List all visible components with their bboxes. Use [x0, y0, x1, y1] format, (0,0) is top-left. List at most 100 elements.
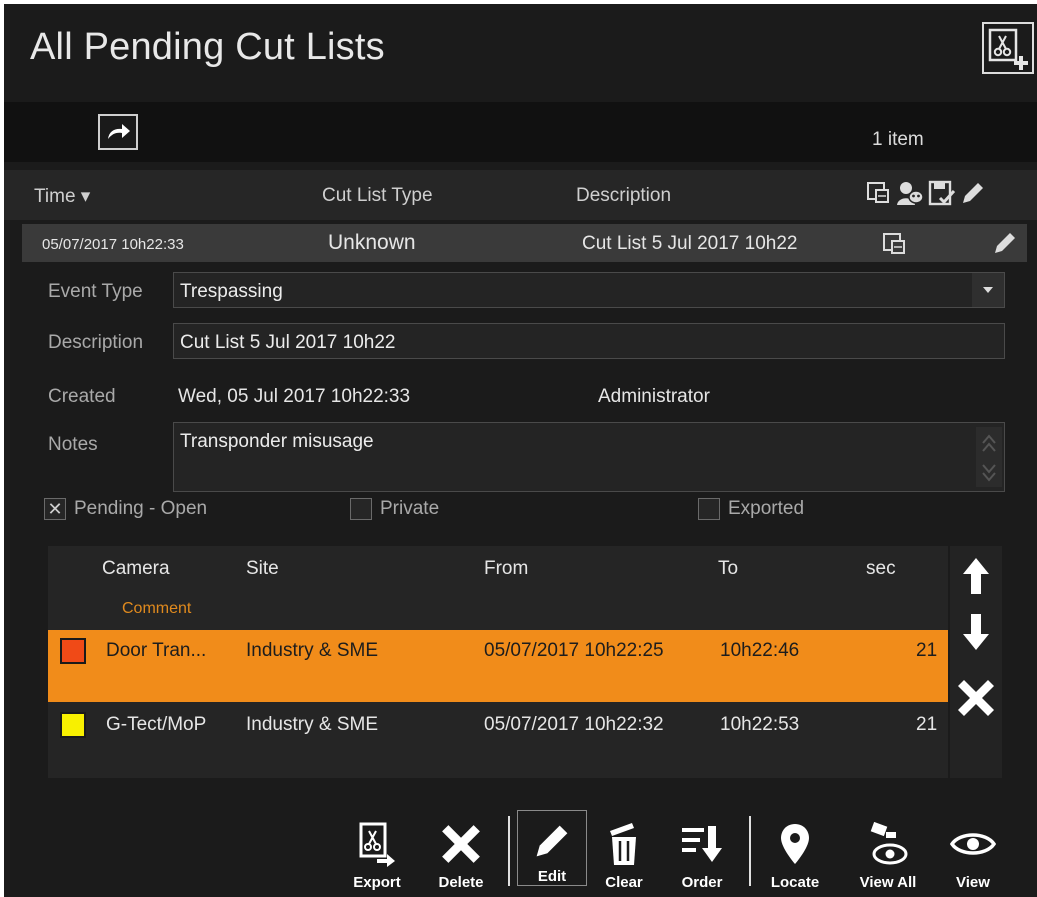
event-type-value: Trespassing: [180, 281, 283, 302]
pending-open-checkbox[interactable]: ✕ Pending - Open: [44, 498, 207, 520]
chevron-down-icon[interactable]: [972, 273, 1004, 307]
row-type: Unknown: [328, 231, 416, 254]
sort-down-icon: [682, 826, 722, 862]
export-icon: [359, 822, 395, 867]
private-checkbox[interactable]: Private: [350, 498, 439, 520]
page-title: All Pending Cut Lists: [30, 26, 385, 68]
column-to[interactable]: To: [718, 558, 738, 580]
locate-button[interactable]: Locate: [760, 818, 830, 891]
camera-color-swatch: [60, 712, 86, 738]
column-comment: Comment: [122, 600, 192, 617]
exported-label: Exported: [728, 498, 805, 519]
notes-label: Notes: [48, 434, 98, 455]
event-type-label: Event Type: [48, 281, 143, 302]
saved-check-icon[interactable]: [928, 180, 956, 206]
map-pin-icon: [781, 824, 809, 864]
camera-sec: 21: [916, 640, 938, 661]
delete-label: Delete: [438, 874, 484, 891]
action-bar: Export Delete Edit Clear Order Locate Vi…: [4, 804, 1037, 897]
event-type-select[interactable]: Trespassing: [173, 272, 1005, 308]
column-description[interactable]: Description: [576, 185, 671, 207]
pencil-icon[interactable]: [960, 180, 986, 206]
copy-window-icon[interactable]: [882, 231, 908, 257]
pending-open-label: Pending - Open: [74, 498, 208, 519]
checkbox-box: [698, 498, 720, 520]
column-time[interactable]: Time ▾: [34, 185, 90, 208]
pencil-icon: [536, 825, 568, 856]
description-input[interactable]: Cut List 5 Jul 2017 10h22: [173, 323, 1005, 359]
camera-table: Camera Site From To sec Comment Door Tra…: [48, 546, 948, 778]
camera-to: 10h22:53: [720, 714, 800, 735]
export-button[interactable]: Export: [342, 818, 412, 891]
row-description: Cut List 5 Jul 2017 10h22: [582, 233, 798, 254]
toolbar: 1 item: [4, 102, 1037, 162]
clear-label: Clear: [605, 874, 643, 891]
divider: [749, 816, 751, 886]
created-value: Wed, 05 Jul 2017 10h22:33: [178, 386, 411, 407]
clear-button[interactable]: Clear: [589, 818, 659, 891]
redo-button[interactable]: [98, 114, 138, 150]
edit-label: Edit: [537, 868, 567, 885]
notes-scrollbar[interactable]: [976, 427, 1002, 487]
column-icons: [866, 180, 986, 206]
redo-icon: [108, 124, 130, 139]
arrow-down-icon: [963, 614, 989, 650]
camera-site: Industry & SME: [246, 714, 378, 735]
description-value: Cut List 5 Jul 2017 10h22: [180, 332, 396, 353]
view-button[interactable]: View: [938, 818, 1008, 891]
export-label: Export: [353, 874, 401, 891]
notes-value: Transponder misusage: [180, 431, 374, 452]
camera-name: Door Tran...: [106, 640, 207, 661]
camera-to: 10h22:46: [720, 640, 800, 661]
exported-checkbox[interactable]: Exported: [698, 498, 804, 520]
description-label: Description: [48, 332, 144, 353]
camera-row[interactable]: Door Tran... Industry & SME 05/07/2017 1…: [48, 630, 948, 702]
close-icon: [442, 825, 480, 863]
camera-row[interactable]: G-Tect/MoP Industry & SME 05/07/2017 10h…: [48, 704, 948, 748]
new-cutlist-icon: [988, 28, 1028, 70]
camera-color-swatch: [60, 638, 86, 664]
order-label: Order: [681, 874, 723, 891]
cut-list-row[interactable]: 05/07/2017 10h22:33 Unknown Cut List 5 J…: [22, 224, 1027, 262]
move-down-button[interactable]: [954, 610, 998, 654]
remove-row-button[interactable]: [954, 676, 998, 720]
eye-icon: [950, 833, 996, 855]
close-icon: [958, 680, 994, 716]
copy-window-icon[interactable]: [866, 180, 892, 206]
order-button[interactable]: Order: [667, 818, 737, 891]
move-up-button[interactable]: [954, 554, 998, 598]
locate-label: Locate: [770, 874, 820, 891]
cut-list-panel: All Pending Cut Lists 1 item Time ▾ Cut …: [4, 4, 1037, 897]
created-by: Administrator: [598, 386, 710, 407]
camera-sec: 21: [916, 714, 938, 735]
column-site[interactable]: Site: [246, 558, 279, 580]
created-label: Created: [48, 386, 116, 407]
view-label: View: [956, 874, 990, 891]
column-cut-list-type[interactable]: Cut List Type: [322, 185, 433, 207]
delete-button[interactable]: Delete: [426, 818, 496, 891]
column-camera[interactable]: Camera: [102, 558, 170, 580]
edit-button[interactable]: Edit: [517, 810, 587, 886]
view-all-label: View All: [859, 874, 917, 891]
pencil-icon[interactable]: [992, 230, 1018, 256]
view-all-button[interactable]: View All: [853, 818, 923, 891]
row-time: 05/07/2017 10h22:33: [42, 236, 184, 253]
column-sec[interactable]: sec: [866, 558, 896, 580]
user-mask-icon[interactable]: [896, 180, 924, 206]
new-cutlist-button[interactable]: [982, 22, 1034, 74]
column-from[interactable]: From: [484, 558, 528, 580]
camera-site: Industry & SME: [246, 640, 378, 661]
trash-icon: [610, 823, 636, 865]
private-label: Private: [380, 498, 440, 519]
row-action-buttons: [950, 546, 1002, 778]
camera-from: 05/07/2017 10h22:25: [484, 640, 664, 661]
view-all-icon: [870, 822, 908, 865]
notes-textarea[interactable]: Transponder misusage: [173, 422, 1005, 492]
camera-from: 05/07/2017 10h22:32: [484, 714, 664, 735]
item-count: 1 item: [872, 129, 924, 150]
list-header: Time ▾ Cut List Type Description: [4, 170, 1037, 220]
arrow-up-icon: [963, 558, 989, 594]
camera-name: G-Tect/MoP: [106, 714, 207, 735]
divider: [508, 816, 510, 886]
checkbox-box: [350, 498, 372, 520]
